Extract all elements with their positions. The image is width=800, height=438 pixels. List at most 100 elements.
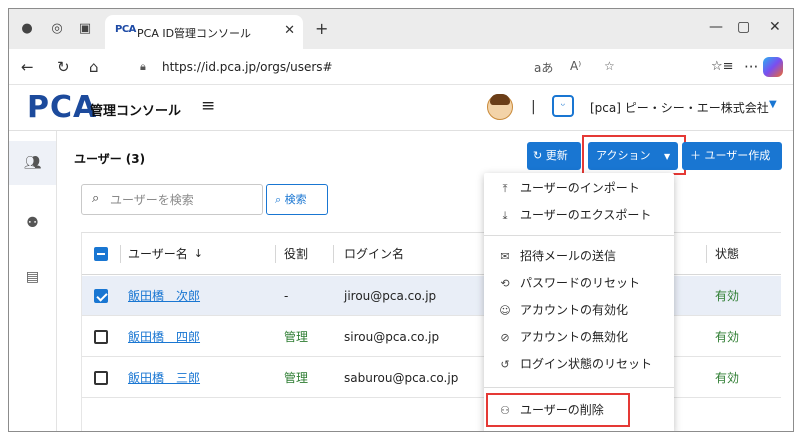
user-name-link[interactable]: 飯田橋 三郎	[128, 358, 200, 397]
workspaces-icon[interactable]: ◎	[49, 21, 65, 37]
chevron-down-icon[interactable]: ▼	[769, 99, 777, 110]
menu-item-export-users[interactable]: ⤓ ユーザーのエクスポート	[484, 202, 674, 229]
caret-down-icon: ▼	[663, 152, 671, 161]
favorites-bar-icon[interactable]: ☆≡	[711, 58, 734, 76]
password-reset-icon: ⟲	[500, 277, 510, 290]
column-divider	[275, 245, 276, 263]
column-header-login[interactable]: ログイン名	[344, 233, 404, 274]
column-header-role[interactable]: 役割	[284, 233, 308, 274]
browser-tab[interactable]: PCA PCA ID管理コンソール ✕	[105, 15, 303, 49]
url-field[interactable]: 🔒︎ https://id.pca.jp/orgs/users# aあ A⁾ ☆	[126, 54, 686, 80]
hamburger-menu-icon[interactable]: ≡	[201, 97, 215, 115]
lock-icon[interactable]: 🔒︎	[140, 60, 146, 74]
table-row[interactable]: 飯田橋 次郎 - jirou@pca.co.jp 有効	[82, 276, 781, 316]
search-icon: ⌕	[275, 193, 282, 206]
user-role: 管理	[284, 330, 309, 344]
main-content: ユーザー(3) ↻ 更新 アクション ▼ ＋ ユーザー作成 ⌕ ⌕ 検索	[57, 131, 793, 431]
user-role: 管理	[284, 371, 309, 385]
header-separator: |	[531, 99, 536, 115]
tab-title: PCA ID管理コンソール	[137, 27, 252, 40]
page-title-label: ユーザー	[74, 152, 122, 166]
menu-item-reset-password[interactable]: ⟲ パスワードのリセット	[484, 270, 674, 297]
user-role: -	[284, 288, 289, 303]
status-badge: 有効	[715, 330, 740, 344]
window-close-icon[interactable]: ✕	[769, 19, 781, 35]
menu-item-disable-account[interactable]: ⊘ アカウントの無効化	[484, 324, 674, 351]
refresh-button[interactable]: ↻ 更新	[527, 142, 581, 170]
column-header-status[interactable]: 状態	[715, 233, 739, 274]
table-row[interactable]: 飯田橋 三郎 管理 saburou@pca.co.jp 有効	[82, 358, 781, 398]
tab-bar: ● ◎ ▣ PCA PCA ID管理コンソール ✕ + — ▢ ✕	[9, 9, 793, 49]
organization-icon: ᵕ	[552, 95, 574, 117]
sort-down-icon[interactable]: ↓	[194, 247, 203, 260]
create-user-button[interactable]: ＋ ユーザー作成	[682, 142, 782, 170]
search-field: ⌕	[81, 184, 263, 215]
user-login: jirou@pca.co.jp	[344, 288, 437, 303]
account-enable-icon: ☺	[499, 304, 511, 317]
pca-logo[interactable]: PCA	[27, 91, 97, 125]
download-icon: ⤓	[502, 209, 508, 222]
pca-favicon-icon: PCA	[115, 24, 136, 35]
refresh-icon[interactable]: ↻	[57, 58, 70, 76]
maximize-icon[interactable]: ▢	[737, 19, 750, 35]
favorite-icon[interactable]: ☆	[604, 59, 615, 73]
immersive-reader-icon[interactable]: A⁾	[570, 59, 581, 73]
app-header: PCA 管理コンソール ≡ | ᵕ [pca] ピー・シー・エー株式会社 ▼	[9, 85, 793, 131]
close-icon[interactable]: ✕	[284, 23, 295, 38]
table-header: ユーザー名 ↓ 役割 ログイン名 状態	[82, 233, 781, 275]
user-remove-icon: ⚇	[500, 404, 510, 417]
copilot-icon[interactable]	[763, 57, 783, 77]
user-name-link[interactable]: 飯田橋 次郎	[128, 276, 200, 315]
back-icon[interactable]: ←	[21, 58, 34, 76]
home-icon[interactable]: ⌂	[89, 58, 99, 76]
refresh-label: 更新	[545, 149, 568, 162]
menu-item-delete-user[interactable]: ⚇ ユーザーの削除	[484, 397, 674, 424]
upload-icon: ⤒	[502, 182, 508, 195]
user-table: ユーザー名 ↓ 役割 ログイン名 状態 飯田橋 次郎 - jirou@pca.c…	[81, 232, 781, 431]
column-divider	[120, 245, 121, 263]
new-tab-icon[interactable]: +	[315, 19, 328, 38]
address-bar: ← ↻ ⌂ 🔒︎ https://id.pca.jp/orgs/users# a…	[9, 49, 793, 85]
select-all-checkbox[interactable]	[94, 233, 108, 274]
column-header-name[interactable]: ユーザー名 ↓	[128, 233, 203, 274]
row-checkbox[interactable]	[94, 276, 108, 315]
nav-users-icon[interactable]: 👥︎	[9, 141, 56, 185]
side-rail: 👥︎ ⚉ ▤	[9, 131, 57, 431]
minimize-icon[interactable]: —	[709, 19, 723, 35]
mail-send-icon: ✉	[500, 250, 510, 263]
menu-item-reset-login[interactable]: ↺ ログイン状態のリセット	[484, 351, 674, 378]
status-badge: 有効	[715, 371, 740, 385]
menu-item-import-users[interactable]: ⤒ ユーザーのインポート	[484, 175, 674, 202]
account-disable-icon: ⊘	[500, 331, 510, 344]
profile-icon[interactable]: ●	[19, 21, 35, 37]
column-divider	[706, 245, 707, 263]
action-label: アクション	[596, 149, 651, 162]
search-button[interactable]: ⌕ 検索	[266, 184, 328, 215]
organization-name[interactable]: [pca] ピー・シー・エー株式会社	[590, 99, 769, 116]
table-row[interactable]: 飯田橋 四郎 管理 sirou@pca.co.jp 有効	[82, 317, 781, 357]
login-reset-icon: ↺	[500, 358, 510, 371]
nav-messages-icon[interactable]: ▤	[9, 255, 56, 299]
menu-item-send-invite[interactable]: ✉ 招待メールの送信	[484, 243, 674, 270]
menu-item-enable-account[interactable]: ☺ アカウントの有効化	[484, 297, 674, 324]
user-login: saburou@pca.co.jp	[344, 370, 459, 385]
search-input[interactable]	[110, 190, 260, 210]
action-button[interactable]: アクション ▼	[588, 142, 678, 170]
column-name-label: ユーザー名	[128, 247, 188, 261]
avatar[interactable]	[487, 94, 513, 120]
more-icon[interactable]: ···	[744, 58, 758, 76]
read-aloud-icon[interactable]: aあ	[534, 59, 553, 76]
refresh-icon: ↻	[533, 149, 543, 162]
status-badge: 有効	[715, 289, 740, 303]
user-name-link[interactable]: 飯田橋 四郎	[128, 317, 200, 356]
search-button-label: 検索	[284, 193, 307, 206]
row-checkbox[interactable]	[94, 317, 108, 356]
tab-actions-icon[interactable]: ▣	[77, 21, 93, 37]
nav-groups-icon[interactable]: ⚉	[9, 201, 56, 245]
plus-icon: ＋	[690, 149, 701, 162]
user-login: sirou@pca.co.jp	[344, 329, 440, 344]
browser-window: ● ◎ ▣ PCA PCA ID管理コンソール ✕ + — ▢ ✕ ← ↻ ⌂ …	[8, 8, 794, 432]
console-title: 管理コンソール	[90, 104, 182, 119]
row-checkbox[interactable]	[94, 358, 108, 397]
url-text[interactable]: https://id.pca.jp/orgs/users#	[162, 60, 333, 74]
